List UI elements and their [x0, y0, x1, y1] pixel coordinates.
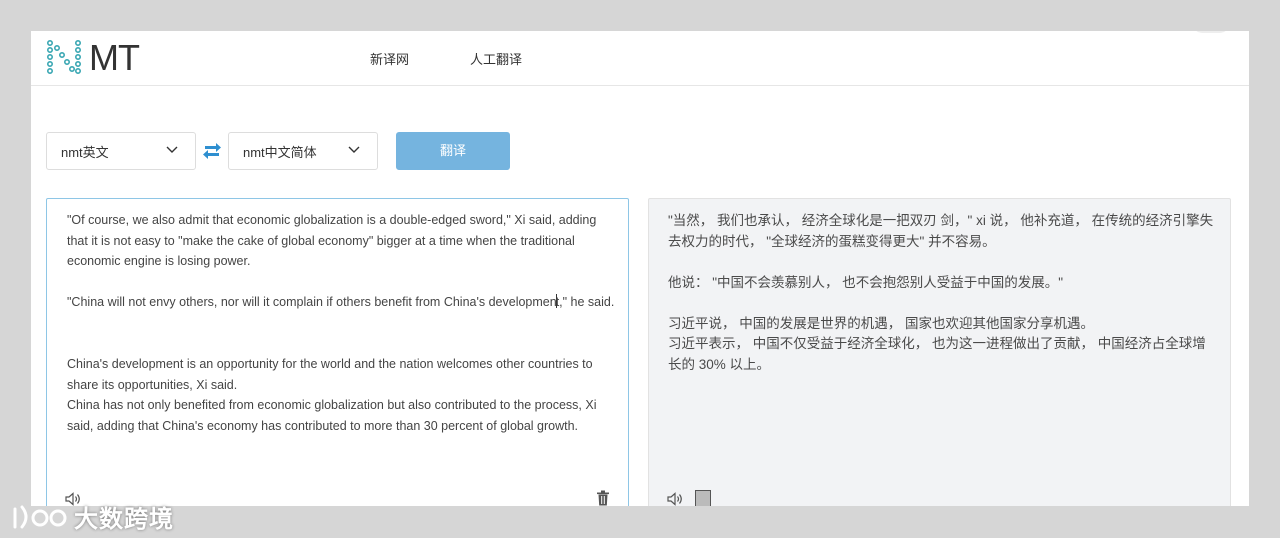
translation-paragraph: 习近平说， 中国的发展是世界的机遇， 国家也欢迎其他国家分享机遇。 [668, 316, 1095, 331]
top-navbar: MT 新译网 人工翻译 [31, 31, 1249, 86]
source-paragraph: China's development is an opportunity fo… [67, 357, 593, 392]
source-paragraph-text-after-caret: t," he said. [555, 295, 615, 309]
nmt-logo[interactable]: MT [45, 36, 140, 80]
trash-icon[interactable] [596, 490, 610, 506]
source-paragraph: "Of course, we also admit that economic … [67, 213, 597, 269]
source-language-value: nmt英文 [61, 145, 109, 160]
translation-paragraph: 他说： "中国不会羡慕别人， 也不会抱怨别人受益于中国的发展。" [668, 275, 1064, 290]
app-window: MT 新译网 人工翻译 nmt英文 nmt中文简体 翻译 "Of course,… [31, 31, 1249, 506]
speaker-icon[interactable] [667, 492, 683, 506]
copy-icon[interactable] [695, 490, 711, 506]
logo-n-icon [46, 39, 81, 74]
nav-link-xinyiwang[interactable]: 新译网 [370, 49, 409, 68]
source-text-area[interactable]: "Of course, we also admit that economic … [46, 198, 629, 506]
translate-button[interactable]: 翻译 [396, 132, 510, 170]
source-paragraph-text-before-caret: "China will not envy others, nor will it… [67, 295, 557, 309]
translation-paragraph: "当然， 我们也承认， 经济全球化是一把双刃 剑，" xi 说， 他补充道， 在… [668, 213, 1214, 249]
target-language-value: nmt中文简体 [243, 145, 317, 160]
avatar[interactable] [1191, 31, 1231, 33]
translation-paragraph: 习近平表示， 中国不仅受益于经济全球化， 也为这一进程做出了贡献， 中国经济占全… [668, 336, 1206, 372]
swap-languages-icon[interactable] [202, 142, 222, 160]
watermark-text: 大数跨境 [74, 505, 174, 533]
translation-output-area: "当然， 我们也承认， 经济全球化是一把双刃 剑，" xi 说， 他补充道， 在… [648, 198, 1231, 506]
source-paragraph-with-caret: "China will not envy others, nor will it… [67, 292, 615, 313]
target-language-select[interactable]: nmt中文简体 [228, 132, 378, 170]
watermark: 大数跨境 [10, 499, 174, 534]
source-paragraph: China has not only benefited from econom… [67, 398, 597, 433]
source-language-select[interactable]: nmt英文 [46, 132, 196, 170]
logo-text: MT [89, 37, 140, 78]
nav-link-human-translation[interactable]: 人工翻译 [470, 49, 522, 68]
chevron-down-icon [348, 146, 360, 153]
chevron-down-icon [166, 146, 178, 153]
watermark-logo-icon [13, 505, 67, 528]
